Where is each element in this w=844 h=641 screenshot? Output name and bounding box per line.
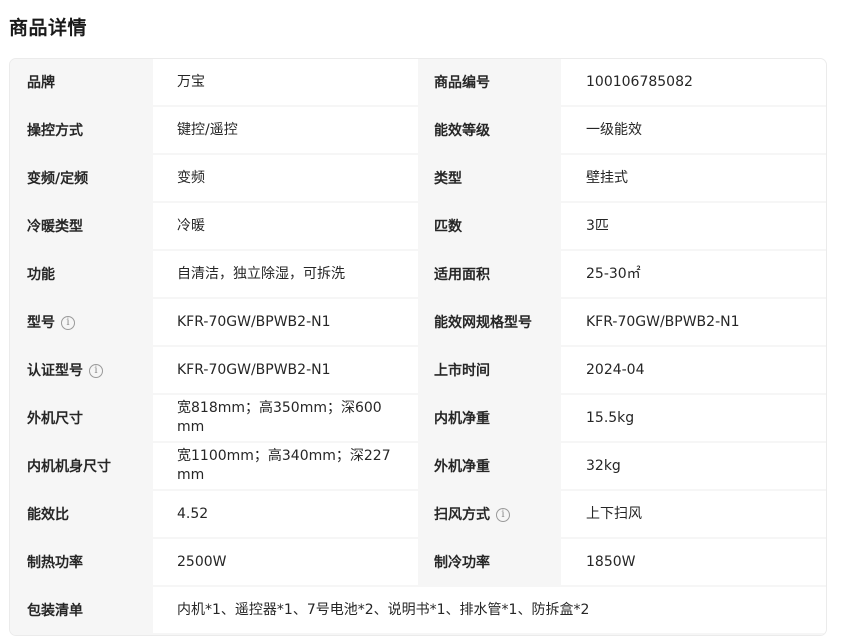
spec-label-with-info: 型号 i [10, 299, 153, 347]
table-row: 冷暖类型 冷暖 匹数 3匹 [10, 203, 826, 251]
spec-value: 壁挂式 [561, 155, 826, 203]
spec-value: 万宝 [153, 59, 418, 107]
spec-label-text: 扫风方式 [434, 506, 490, 523]
spec-value: 变频 [153, 155, 418, 203]
info-icon[interactable]: i [89, 364, 103, 378]
spec-label-with-info: 扫风方式 i [418, 491, 561, 539]
spec-label-text: 型号 [27, 314, 55, 331]
spec-label: 适用面积 [418, 251, 561, 299]
spec-label: 外机尺寸 [10, 395, 153, 443]
info-icon[interactable]: i [61, 316, 75, 330]
spec-label: 上市时间 [418, 347, 561, 395]
spec-value: 15.5kg [561, 395, 826, 443]
spec-value: 25-30㎡ [561, 251, 826, 299]
spec-label: 能效等级 [418, 107, 561, 155]
table-row: 认证型号 i KFR-70GW/BPWB2-N1 上市时间 2024-04 [10, 347, 826, 395]
spec-label: 内机机身尺寸 [10, 443, 153, 491]
spec-label-with-info: 认证型号 i [10, 347, 153, 395]
spec-label: 包装清单 [10, 587, 153, 635]
spec-table: 品牌 万宝 商品编号 100106785082 操控方式 键控/遥控 能效等级 … [9, 58, 827, 636]
spec-value: 冷暖 [153, 203, 418, 251]
spec-value: KFR-70GW/BPWB2-N1 [561, 299, 826, 347]
table-row: 功能 自清洁，独立除湿，可拆洗 适用面积 25-30㎡ [10, 251, 826, 299]
spec-value: 宽818mm；高350mm；深600mm [153, 395, 418, 443]
spec-value: 1850W [561, 539, 826, 587]
spec-label: 操控方式 [10, 107, 153, 155]
spec-value: 3匹 [561, 203, 826, 251]
spec-value: 2024-04 [561, 347, 826, 395]
spec-value: 键控/遥控 [153, 107, 418, 155]
spec-value: 4.52 [153, 491, 418, 539]
spec-label: 能效比 [10, 491, 153, 539]
spec-value: 100106785082 [561, 59, 826, 107]
spec-label: 内机净重 [418, 395, 561, 443]
info-icon[interactable]: i [496, 508, 510, 522]
table-row: 型号 i KFR-70GW/BPWB2-N1 能效网规格型号 KFR-70GW/… [10, 299, 826, 347]
spec-value: 宽1100mm；高340mm；深227mm [153, 443, 418, 491]
spec-value: 一级能效 [561, 107, 826, 155]
spec-value: 内机*1、遥控器*1、7号电池*2、说明书*1、排水管*1、防拆盒*2 [153, 587, 826, 635]
table-row: 操控方式 键控/遥控 能效等级 一级能效 [10, 107, 826, 155]
spec-label: 商品编号 [418, 59, 561, 107]
spec-label: 功能 [10, 251, 153, 299]
spec-label: 能效网规格型号 [418, 299, 561, 347]
spec-label-text: 认证型号 [27, 362, 83, 379]
spec-value: 上下扫风 [561, 491, 826, 539]
spec-label: 变频/定频 [10, 155, 153, 203]
spec-label: 品牌 [10, 59, 153, 107]
table-row: 包装清单 内机*1、遥控器*1、7号电池*2、说明书*1、排水管*1、防拆盒*2 [10, 587, 826, 635]
table-row: 变频/定频 变频 类型 壁挂式 [10, 155, 826, 203]
page-title: 商品详情 [9, 17, 88, 39]
table-row: 品牌 万宝 商品编号 100106785082 [10, 59, 826, 107]
spec-value: 32kg [561, 443, 826, 491]
table-row: 内机机身尺寸 宽1100mm；高340mm；深227mm 外机净重 32kg [10, 443, 826, 491]
table-row: 制热功率 2500W 制冷功率 1850W [10, 539, 826, 587]
spec-label: 冷暖类型 [10, 203, 153, 251]
spec-value: KFR-70GW/BPWB2-N1 [153, 347, 418, 395]
spec-value: KFR-70GW/BPWB2-N1 [153, 299, 418, 347]
spec-label: 制热功率 [10, 539, 153, 587]
spec-label: 外机净重 [418, 443, 561, 491]
spec-label: 匹数 [418, 203, 561, 251]
spec-value: 2500W [153, 539, 418, 587]
spec-label: 制冷功率 [418, 539, 561, 587]
table-row: 外机尺寸 宽818mm；高350mm；深600mm 内机净重 15.5kg [10, 395, 826, 443]
spec-label: 类型 [418, 155, 561, 203]
spec-value: 自清洁，独立除湿，可拆洗 [153, 251, 418, 299]
table-row: 能效比 4.52 扫风方式 i 上下扫风 [10, 491, 826, 539]
